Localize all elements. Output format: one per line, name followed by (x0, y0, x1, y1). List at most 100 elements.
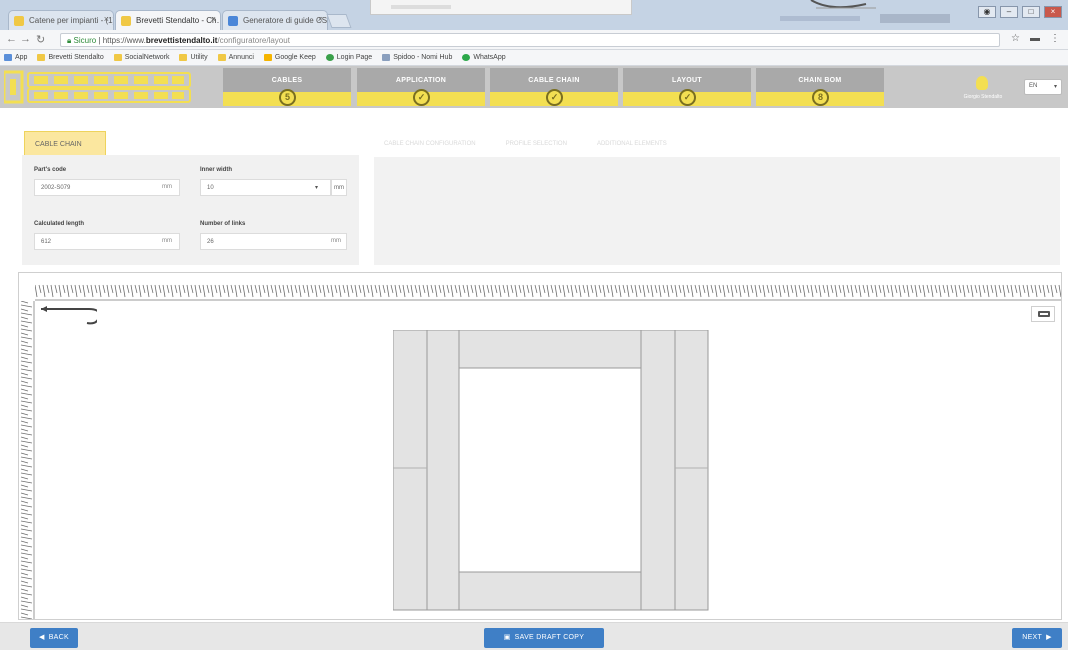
minimize-panel-button[interactable] (1031, 306, 1055, 322)
bookmark-item[interactable]: App (4, 54, 27, 61)
profile-icon[interactable]: ◉ (978, 6, 996, 18)
calculated-length-field[interactable]: 612 (34, 233, 180, 250)
browser-tab-2[interactable]: Brevetti Stendalto - Ch… × (115, 10, 221, 30)
step-layout[interactable]: LAYOUT ✓ (623, 68, 751, 106)
bookmark-label: Login Page (337, 54, 372, 61)
wizard-footer: ◀ BACK ▣ SAVE DRAFT COPY NEXT ▶ (0, 622, 1068, 650)
bookmark-label: Brevetti Stendalto (48, 54, 103, 61)
next-button[interactable]: NEXT ▶ (1012, 628, 1062, 648)
whatsapp-icon (462, 54, 470, 61)
language-value: EN (1029, 83, 1037, 89)
globe-icon (326, 54, 334, 61)
language-select[interactable]: EN ▾ (1024, 79, 1062, 95)
tab-additional-elements[interactable]: ADDITIONAL ELEMENTS (597, 141, 667, 147)
url-host: brevettistendalto.it (146, 36, 218, 45)
next-button-label: NEXT (1022, 634, 1042, 641)
tab-favicon-icon (14, 16, 24, 26)
browser-tabstrip: Catene per impianti - (1) · F1 × Brevett… (0, 0, 1068, 30)
tab-title: Brevetti Stendalto - Ch… (136, 16, 221, 25)
new-tab-button[interactable] (326, 14, 351, 28)
back-arrow-icon[interactable]: ← (6, 33, 17, 45)
tab-row: Catene per impianti - (1) · F1 × Brevett… (8, 10, 349, 30)
folder-icon (37, 54, 45, 61)
browser-tab-3[interactable]: Generatore di guide CS… × (222, 10, 328, 30)
step-label: CABLE CHAIN (490, 77, 618, 84)
bookmark-item[interactable]: Login Page (326, 54, 372, 61)
step-cable-chain[interactable]: CABLE CHAIN ✓ (490, 68, 618, 106)
bookmark-label: SocialNetwork (125, 54, 170, 61)
inner-width-select[interactable]: 10 (200, 179, 331, 196)
star-icon[interactable]: ☆ (1011, 33, 1020, 44)
forward-arrow-icon[interactable]: → (20, 33, 31, 45)
inner-width-label: Inner width (200, 167, 232, 173)
browser-tab-1[interactable]: Catene per impianti - (1) · F1 × (8, 10, 114, 30)
part-code-field[interactable]: 2002-S079 (34, 179, 180, 196)
brevetti-stendalto-logo[interactable] (4, 70, 194, 104)
horizontal-ruler (19, 273, 1062, 301)
save-draft-label: SAVE DRAFT COPY (515, 634, 585, 641)
number-of-links-field[interactable]: 26 (200, 233, 347, 250)
tab-chain-configuration[interactable]: CABLE CHAIN CONFIGURATION (384, 141, 476, 147)
chain-parameters-panel: Part's code 2002-S079 mm Inner width 10 … (22, 155, 359, 265)
chain-preview-panel (374, 157, 1060, 265)
check-icon: ✓ (546, 89, 563, 106)
url-prefix: https://www. (103, 36, 146, 45)
bookmark-item[interactable]: Brevetti Stendalto (37, 54, 103, 61)
tab-profile-selection[interactable]: PROFILE SELECTION (506, 141, 567, 147)
minimize-icon (1038, 311, 1050, 317)
chevron-down-icon: ▾ (315, 184, 318, 191)
step-cables[interactable]: CABLES 5 (223, 68, 351, 106)
close-window-icon[interactable]: × (1044, 6, 1062, 18)
extension-placeholder (880, 14, 950, 23)
bookmark-label: App (15, 54, 27, 61)
maximize-icon[interactable]: □ (1022, 6, 1040, 18)
folder-icon (114, 54, 122, 61)
tab-close-icon[interactable]: × (211, 14, 216, 24)
minimize-icon[interactable]: – (1000, 6, 1018, 18)
step-chain-bom[interactable]: CHAIN BOM 8 (756, 68, 884, 106)
chain-opening (459, 368, 641, 572)
bottom-crossbar (459, 572, 641, 610)
right-outer-rail (675, 330, 708, 610)
step-application[interactable]: APPLICATION ✓ (357, 68, 485, 106)
keep-icon (264, 54, 272, 61)
chevron-left-icon: ◀ (39, 634, 45, 641)
back-button[interactable]: ◀ BACK (30, 628, 78, 648)
back-button-label: BACK (49, 634, 69, 641)
tab-cable-chain[interactable]: CABLE CHAIN (24, 131, 106, 155)
bookmark-item[interactable]: Spidoo - Nomi Hub (382, 54, 452, 61)
tab-title: Generatore di guide CS… (243, 16, 328, 25)
right-inner-rail (641, 330, 675, 610)
tab-label: CABLE CHAIN (35, 141, 82, 148)
menu-icon[interactable]: ⋮ (1050, 33, 1060, 44)
step-count-badge: 5 (279, 89, 296, 106)
step-label: CABLES (223, 77, 351, 84)
bookmark-item[interactable]: SocialNetwork (114, 54, 170, 61)
address-bar[interactable]: 🔒︎ Sicuro | https://www.brevettistendalt… (60, 33, 1000, 47)
number-of-links-label: Number of links (200, 221, 245, 227)
bookmark-label: Utility (190, 54, 207, 61)
save-draft-button[interactable]: ▣ SAVE DRAFT COPY (484, 628, 604, 648)
bookmark-item[interactable]: Utility (179, 54, 207, 61)
step-label: CHAIN BOM (756, 77, 884, 84)
bookmark-item[interactable]: Google Keep (264, 54, 316, 61)
step-label: APPLICATION (357, 77, 485, 84)
part-code-unit: mm (162, 184, 172, 190)
tab-close-icon[interactable]: × (104, 14, 109, 24)
user-menu[interactable]: Giorgio Stendalto (948, 76, 1018, 102)
bookmark-item[interactable]: Annunci (218, 54, 254, 61)
layout-drawing-canvas[interactable] (18, 272, 1062, 620)
bookmark-item[interactable]: WhatsApp (462, 54, 505, 61)
step-label: LAYOUT (623, 77, 751, 84)
vertical-ruler (19, 273, 35, 620)
tabstrip-extension-area (780, 12, 960, 24)
chevron-right-icon: ▶ (1046, 634, 1052, 641)
toolbar-icons: ☆ ▬ ⋮ (1011, 33, 1060, 44)
overlay-line (391, 5, 451, 9)
bookmark-label: Spidoo - Nomi Hub (393, 54, 452, 61)
inbox-icon: ▣ (504, 634, 511, 641)
reload-icon[interactable]: ↻ (36, 33, 45, 46)
bend-arrow-icon[interactable] (37, 301, 97, 325)
tab-close-icon[interactable]: × (318, 14, 323, 24)
extension-icon[interactable]: ▬ (1030, 33, 1040, 44)
